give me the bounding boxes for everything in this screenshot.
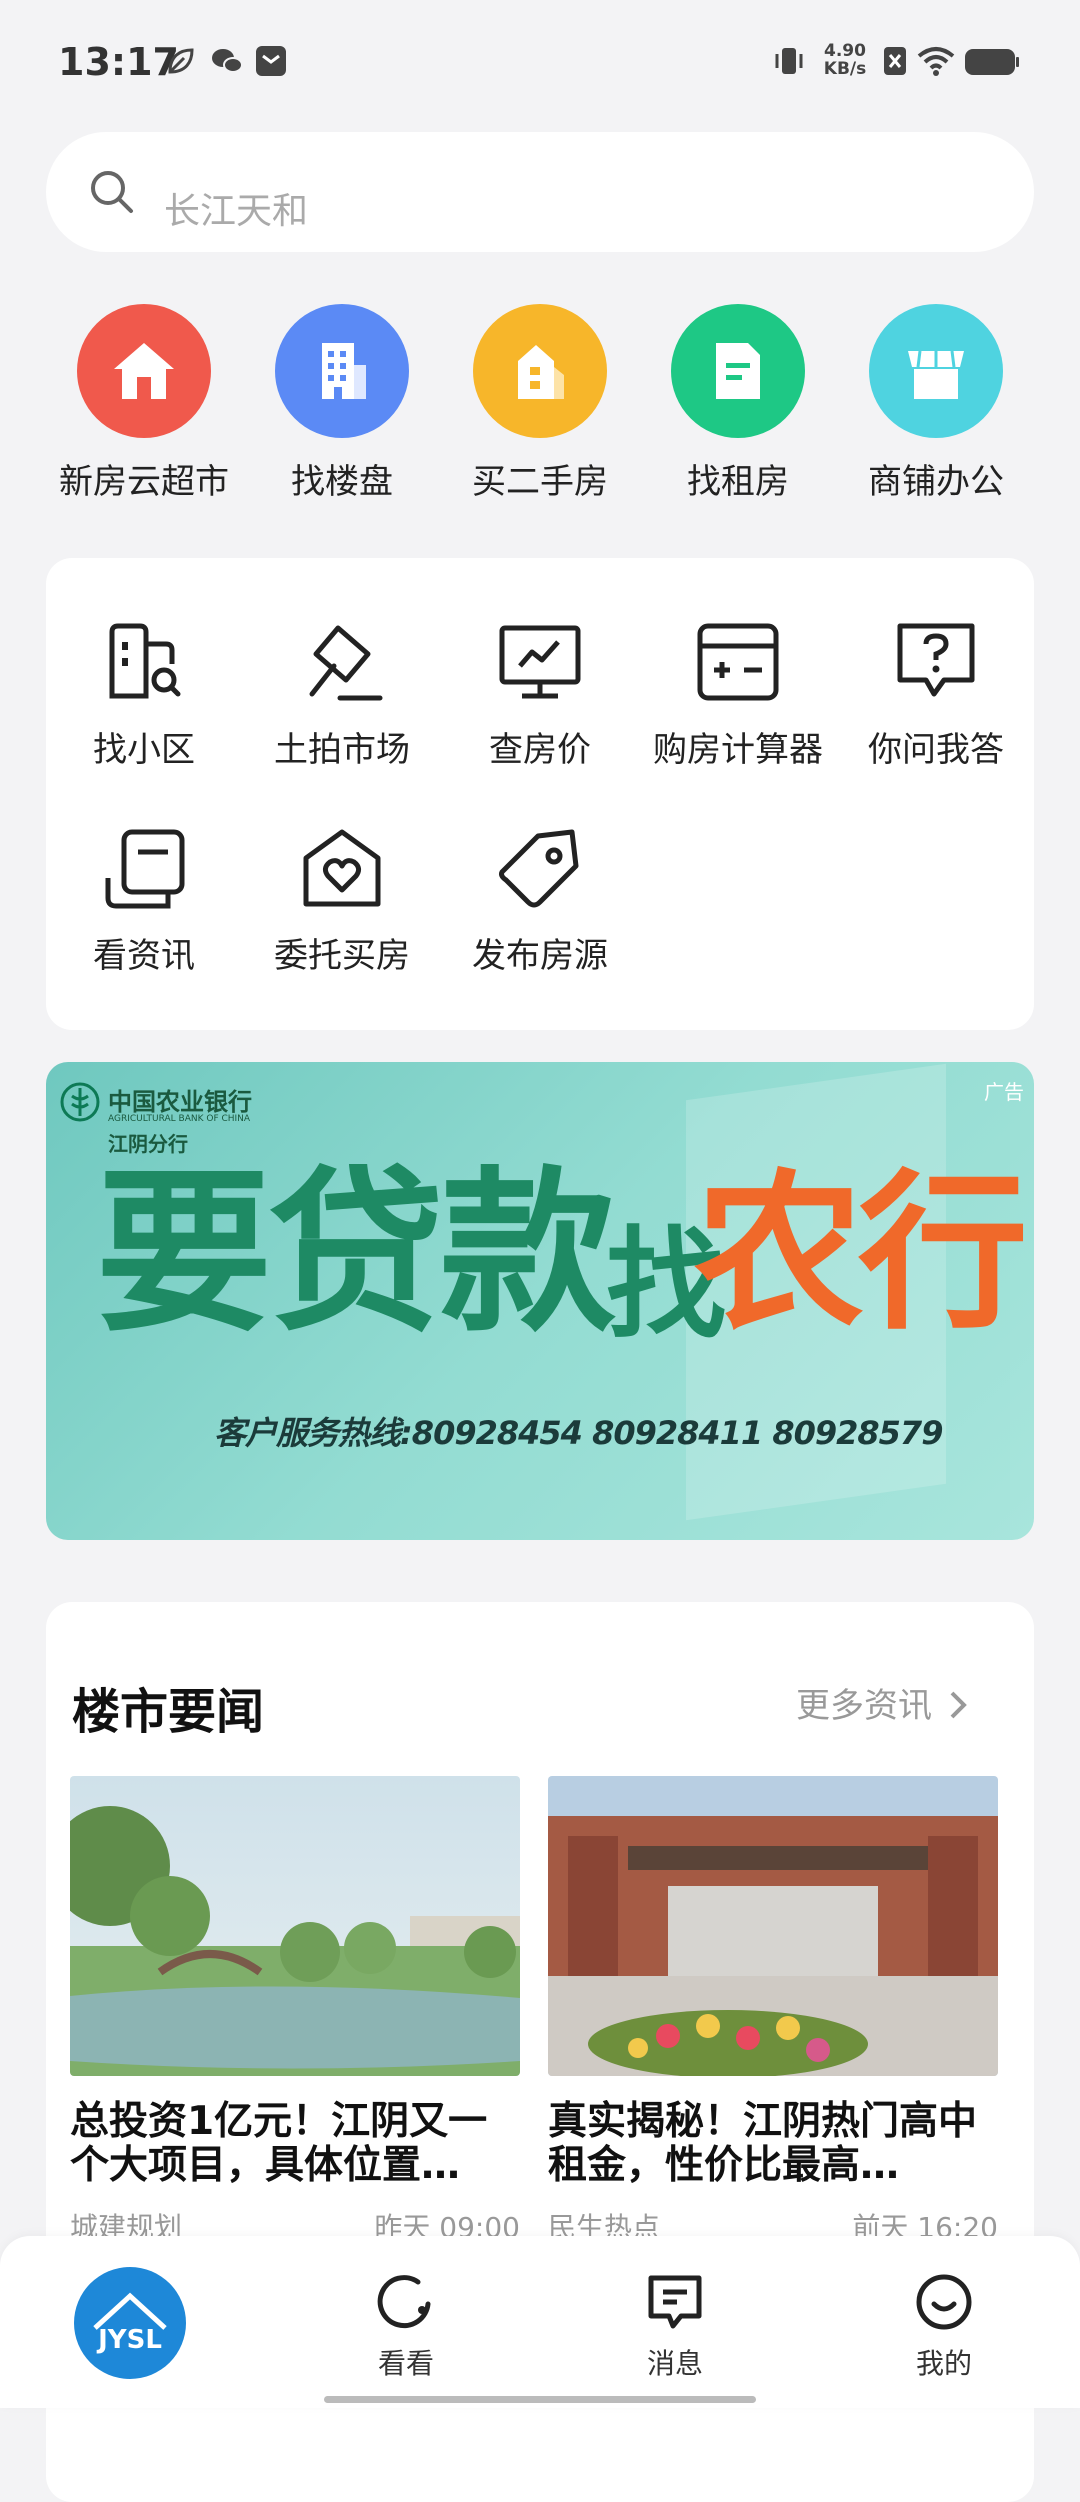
quick-shop-office[interactable]: 商铺办公	[836, 304, 1036, 503]
search-icon	[91, 171, 133, 213]
news-headline: 真实揭秘！江阴热门高中租金，性价比最高…	[548, 2100, 978, 2188]
tool-label: 你问我答	[868, 730, 1004, 770]
ad-banner[interactable]: 中国农业银行 AGRICULTURAL BANK OF CHINA 江阴分行 广…	[46, 1062, 1034, 1540]
building-icon	[275, 304, 409, 438]
quick-label: 新房云超市	[59, 462, 229, 502]
no-sim-icon	[884, 47, 906, 75]
wechat-icon	[212, 49, 243, 73]
quick-new-house-market[interactable]: 新房云超市	[44, 304, 244, 503]
tool-find-community[interactable]: 找小区	[44, 614, 244, 771]
tool-land-auction[interactable]: 土拍市场	[242, 614, 442, 771]
news-card[interactable]: 总投资1亿元！江阴又一个大项目，具体位置… 城建规划 昨天 09:00	[70, 1776, 520, 2246]
news-image-park	[70, 1776, 520, 2076]
quick-find-property[interactable]: 找楼盘	[242, 304, 442, 503]
tool-check-price[interactable]: 查房价	[440, 614, 640, 771]
calculator-icon	[697, 623, 779, 701]
nav-label: 看看	[377, 2347, 434, 2380]
battery-icon	[965, 49, 1019, 75]
house-icon	[77, 304, 211, 438]
search-bar[interactable]: 长江天和	[46, 132, 1034, 252]
community-search-icon	[109, 623, 181, 699]
tool-entrust-buy[interactable]: 委托买房	[242, 820, 442, 977]
ad-hotline: 客户服务热线:80928454 80928411 80928579	[214, 1414, 943, 1452]
ad-bank-english: AGRICULTURAL BANK OF CHINA	[108, 1114, 251, 1124]
look-icon	[377, 2275, 431, 2329]
tool-qa[interactable]: 你问我答	[836, 614, 1036, 771]
tag-icon	[499, 829, 579, 908]
ad-slogan-left: 要贷款	[96, 1151, 616, 1356]
quick-secondhand-house[interactable]: 买二手房	[440, 304, 640, 503]
search-placeholder-previous	[164, 144, 173, 166]
more-news-link[interactable]: 更多资讯	[796, 1678, 968, 1727]
tool-mortgage-calculator[interactable]: 购房计算器	[638, 614, 838, 771]
secondhand-house-icon	[473, 304, 607, 438]
app-notification-icon	[256, 46, 286, 76]
tool-label: 找小区	[93, 730, 195, 770]
nav-label: 我的	[915, 2347, 972, 2380]
tool-label: 发布房源	[472, 936, 608, 976]
status-bar: 13:17 4.90 KB/s	[0, 0, 1080, 120]
home-indicator[interactable]	[324, 2396, 756, 2403]
news-doc-icon	[105, 829, 185, 909]
logo-text: JYSL	[96, 2325, 162, 2355]
quick-rent[interactable]: 找租房	[638, 304, 838, 503]
nav-label: 消息	[646, 2347, 703, 2380]
tool-label: 土拍市场	[274, 730, 410, 770]
bottom-nav: JYSL 看看 消息 我的	[0, 2236, 1080, 2408]
tool-post-listing[interactable]: 发布房源	[440, 820, 640, 977]
quick-label: 买二手房	[472, 462, 608, 502]
news-headline: 总投资1亿元！江阴又一个大项目，具体位置…	[70, 2100, 488, 2188]
clock: 13:17	[58, 40, 179, 84]
quick-label: 找租房	[687, 462, 789, 502]
news-image-school	[548, 1776, 998, 2076]
price-chart-icon	[499, 625, 581, 699]
heart-house-icon	[303, 829, 381, 907]
nav-me[interactable]: 我的	[874, 2270, 1014, 2382]
more-news-label: 更多资讯	[796, 1686, 932, 1726]
tool-read-news[interactable]: 看资讯	[44, 820, 244, 977]
quick-label: 找楼盘	[291, 462, 393, 502]
search-placeholder: 长江天和	[164, 191, 309, 232]
message-icon	[648, 2275, 702, 2329]
abc-logo-icon	[60, 1082, 100, 1122]
nav-messages[interactable]: 消息	[605, 2270, 745, 2382]
question-bubble-icon	[897, 623, 975, 697]
vibrate-icon	[775, 48, 803, 74]
nav-home[interactable]: JYSL	[66, 2266, 194, 2384]
tool-label: 购房计算器	[653, 730, 823, 770]
leaf-icon	[168, 48, 194, 74]
chevron-right-icon	[950, 1691, 967, 1719]
ad-slogan-right: 农行	[694, 1155, 1028, 1353]
wifi-icon	[917, 47, 955, 76]
ad-tag: 广告	[984, 1080, 1024, 1104]
gavel-icon	[309, 625, 383, 701]
app-logo-icon: JYSL	[74, 2267, 186, 2379]
shop-icon	[869, 304, 1003, 438]
tool-label: 看资讯	[93, 936, 195, 976]
quick-label: 商铺办公	[868, 462, 1004, 502]
tools-card: 找小区 土拍市场 查房价 购房计算器 你问我答 看资讯 委托买房 发布房源	[46, 558, 1034, 1030]
ad-bank-name: 中国农业银行	[108, 1087, 252, 1116]
rent-doc-icon	[671, 304, 805, 438]
news-card[interactable]: 真实揭秘！江阴热门高中租金，性价比最高… 民生热点 前天 16:20	[548, 1776, 998, 2246]
nav-look[interactable]: 看看	[336, 2270, 476, 2382]
network-speed: 4.90 KB/s	[823, 41, 867, 79]
profile-smile-icon	[916, 2274, 972, 2330]
tool-label: 查房价	[489, 730, 591, 770]
tool-label: 委托买房	[274, 936, 410, 976]
news-title: 楼市要闻	[72, 1684, 265, 1740]
